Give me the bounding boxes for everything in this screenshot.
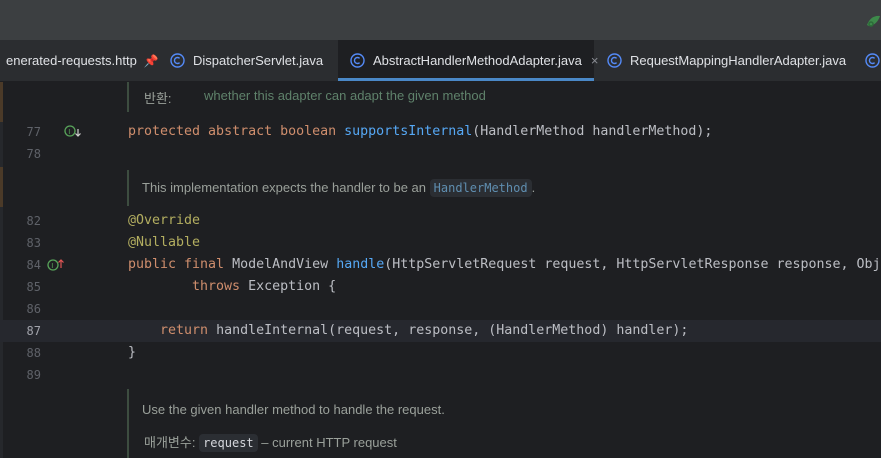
code-line-86: 86 [0,298,881,320]
doc-text: This implementation expects the handler … [142,179,536,197]
line-number: 84 [26,258,41,272]
code-line-87: 87 return handleInternal(request, respon… [0,320,881,342]
code-line-78: 78 [0,143,881,165]
code-line-83: 83 @Nullable [0,232,881,254]
leaf-icon [867,15,880,27]
code-chip: HandlerMethod [429,179,532,197]
implements-up-icon[interactable]: I [47,257,65,273]
code-text: return handleInternal(request, response,… [160,323,689,338]
code-line-84: 84 I public final ModelAndView handle(Ht… [0,254,881,276]
line-number: 78 [26,147,41,161]
class-icon [865,53,880,68]
line-number: 82 [26,214,41,228]
class-icon [607,53,622,68]
rendered-doc-comment: 반환: whether this adapter can adapt the g… [127,82,486,112]
line-number: 88 [26,346,41,360]
line-number: 86 [26,302,41,316]
tab-abstract-handler-method-adapter[interactable]: AbstractHandlerMethodAdapter.java × [338,40,598,81]
rendered-doc-comment: This implementation expects the handler … [127,170,535,206]
class-icon [170,53,185,68]
code-line-88: 88 } [0,342,881,364]
doc-return-text: whether this adapter can adapt the given… [204,88,486,103]
line-number: 83 [26,236,41,250]
code-text: } [128,345,137,360]
rendered-doc-comment: Use the given handler method to handle t… [127,389,445,458]
doc-param-line: 매개변수: request – current HTTP request [144,434,397,452]
change-marker [0,82,3,122]
doc-return-label: 반환: [144,91,172,106]
tab-generated-requests[interactable]: enerated-requests.http 📌 [0,40,159,81]
line-number: 89 [26,368,41,382]
code-line-77: 77 I protected abstract boolean supports… [0,121,881,143]
code-text: throws Exception { [192,279,337,294]
svg-text:I: I [68,128,70,136]
line-number: 85 [26,280,41,294]
code-line-85: 85 throws Exception { [0,276,881,298]
tab-label: enerated-requests.http [6,53,137,68]
line-number: 87 [26,324,41,338]
line-number: 77 [26,125,41,139]
code-chip: request [199,434,258,452]
code-editor[interactable]: 반환: whether this adapter can adapt the g… [0,82,881,458]
tab-label: RequestMappingHandlerAdapter.java [630,53,847,68]
editor-tab-bar: enerated-requests.http 📌 DispatcherServl… [0,40,881,82]
window-title-bar [0,0,881,40]
svg-text:I: I [51,262,53,270]
tab-dispatcher-servlet[interactable]: DispatcherServlet.java [156,40,338,81]
tab-label: DispatcherServlet.java [193,53,324,68]
code-text: protected abstract boolean supportsInter… [128,124,713,139]
code-text: @Nullable [128,235,201,250]
code-line-89: 89 [0,364,881,386]
doc-text: Use the given handler method to handle t… [142,402,445,417]
implemented-down-icon[interactable]: I [64,124,82,140]
tab-request-mapping-handler-adapter[interactable]: RequestMappingHandlerAdapter.java [594,40,850,81]
code-text: @Override [128,213,201,228]
tab-label: AbstractHandlerMethodAdapter.java [373,53,582,68]
change-marker [0,167,3,207]
code-text: public final ModelAndView handle(HttpSer… [128,257,881,272]
code-line-82: 82 @Override [0,210,881,232]
tab-overflow[interactable] [850,40,881,81]
class-icon [350,53,365,68]
